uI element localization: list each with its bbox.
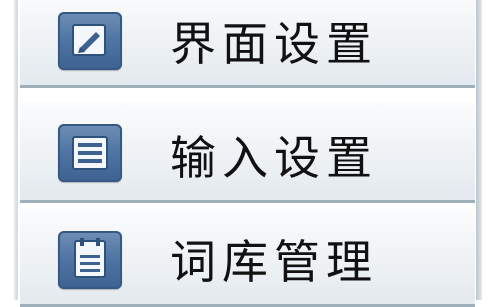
dictionary-icon [58, 231, 122, 289]
settings-menu: 界面设置 输入设置 词库管理 [0, 0, 500, 307]
edit-icon [58, 12, 122, 70]
menu-item-label: 词库管理 [170, 235, 378, 289]
menu-left-border [14, 0, 18, 300]
menu-item-label: 输入设置 [170, 131, 378, 185]
menu-item-interface-settings[interactable]: 界面设置 [20, 0, 475, 88]
menu-item-label: 界面设置 [170, 17, 378, 71]
menu-right-border [476, 0, 482, 300]
keyboard-icon [58, 124, 122, 182]
menu-item-input-settings[interactable]: 输入设置 [20, 100, 475, 203]
menu-item-dictionary-management[interactable]: 词库管理 [20, 207, 475, 307]
